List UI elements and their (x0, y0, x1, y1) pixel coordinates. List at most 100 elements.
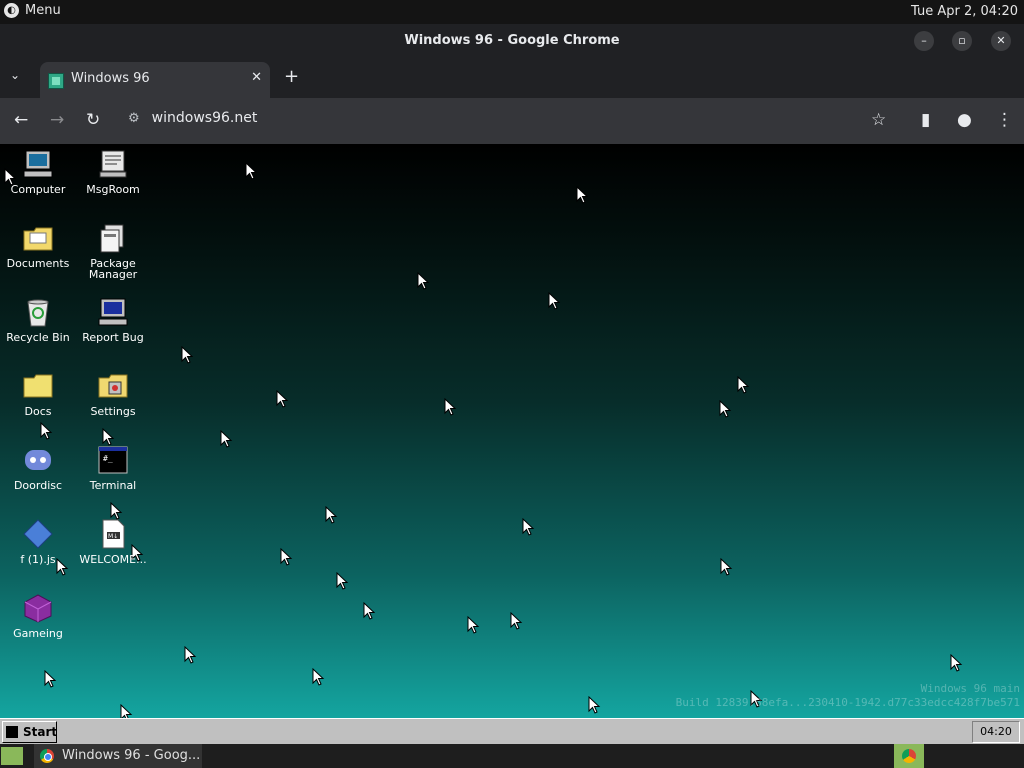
cursor-icon (588, 696, 601, 714)
desktop-icon-label: WELCOME... (79, 553, 147, 566)
desktop-icon-report-bug[interactable]: Report Bug (77, 296, 149, 343)
desktop-icon-doordisc[interactable]: Doordisc (2, 444, 74, 491)
windows96-favicon-icon (48, 73, 64, 89)
browser-toolbar: ← → ↻ ⚙ windows96.net ☆ ▮ ● ⋮ (0, 98, 1024, 144)
cursor-icon (719, 400, 732, 418)
new-tab-button[interactable]: + (284, 66, 299, 87)
reload-icon[interactable]: ↻ (86, 110, 100, 130)
cursor-icon (737, 376, 750, 394)
desktop-icon-terminal[interactable]: #_ Terminal (77, 444, 149, 491)
svg-text:M↓: M↓ (108, 533, 118, 540)
url-text: windows96.net (151, 110, 258, 126)
desktop-icon-js-file[interactable]: f (1).js (2, 518, 74, 565)
cursor-icon (220, 430, 233, 448)
desktop-icon-label: Gameing (13, 627, 63, 640)
desktop-icon-label: Package Manager (88, 257, 138, 281)
desktop-icon-computer[interactable]: Computer (2, 148, 74, 195)
desktop-icon-docs[interactable]: Docs (2, 370, 74, 417)
package-manager-icon (97, 222, 129, 254)
cursor-icon (245, 162, 258, 180)
tab-search-icon[interactable]: ⌄ (10, 68, 20, 82)
desktop-icon-welcome[interactable]: M↓ WELCOME... (77, 518, 149, 565)
folder-icon (22, 370, 54, 402)
cursor-icon (720, 558, 733, 576)
cursor-icon (280, 548, 293, 566)
maximize-button[interactable]: ▫ (952, 31, 972, 51)
tray-chrome-item[interactable] (894, 744, 924, 768)
chrome-icon (902, 749, 916, 763)
back-icon[interactable]: ← (14, 110, 28, 130)
site-info-icon[interactable]: ⚙ (128, 111, 140, 126)
side-panel-icon[interactable]: ▮ (921, 110, 930, 130)
tab-label: Windows 96 (71, 71, 150, 86)
desktop-icon-msgroom[interactable]: MsgRoom (77, 148, 149, 195)
desktop-icon-label: Doordisc (13, 479, 63, 492)
msgroom-icon (97, 148, 129, 180)
cursor-icon (510, 612, 523, 630)
chrome-icon (40, 749, 54, 763)
report-bug-icon (97, 296, 129, 328)
desktop-icon-gameing[interactable]: Gameing (2, 592, 74, 639)
win96-taskbar: Start 04:20 (0, 718, 1024, 745)
computer-icon (22, 148, 54, 180)
documents-folder-icon (22, 222, 54, 254)
desktop-icon-label: Terminal (89, 479, 137, 492)
cursor-icon (548, 292, 561, 310)
doordisc-icon (22, 444, 54, 476)
os-menu-button[interactable]: ◐ Menu (4, 3, 61, 18)
svg-text:#_: #_ (103, 454, 113, 463)
settings-icon (97, 370, 129, 402)
cursor-icon (120, 704, 133, 718)
gameing-icon (22, 592, 54, 624)
close-window-button[interactable]: ✕ (991, 31, 1011, 51)
os-clock[interactable]: Tue Apr 2, 04:20 (911, 4, 1018, 19)
desktop-icon-recycle-bin[interactable]: Recycle Bin (2, 296, 74, 343)
taskbar-window-label: Windows 96 - Goog... (62, 748, 201, 763)
cursor-icon (467, 616, 480, 634)
win96-clock[interactable]: 04:20 (972, 721, 1020, 743)
cursor-icon (950, 654, 963, 672)
desktop-icon-label: Report Bug (82, 331, 144, 344)
cursor-icon (444, 398, 457, 416)
minimize-button[interactable]: – (914, 31, 934, 51)
profile-icon[interactable]: ● (957, 110, 972, 130)
tab-close-icon[interactable]: ✕ (251, 70, 262, 85)
browser-title-bar: Windows 96 - Google Chrome – ▫ ✕ (0, 24, 1024, 58)
markdown-file-icon: M↓ (97, 518, 129, 550)
recycle-bin-icon (22, 296, 54, 328)
cursor-icon (576, 186, 589, 204)
os-menu-label: Menu (25, 3, 61, 18)
bookmark-star-icon[interactable]: ☆ (871, 110, 886, 130)
menu-logo-icon: ◐ (4, 3, 19, 18)
os-taskbar: Windows 96 - Goog... (0, 744, 1024, 768)
address-bar[interactable]: ⚙ windows96.net (128, 110, 257, 126)
forward-icon[interactable]: → (50, 110, 64, 130)
desktop-icon-label: Computer (10, 183, 66, 196)
win96-desktop[interactable]: Computer Documents Recycle Bin Docs Door… (0, 144, 1024, 718)
os-top-bar: ◐ Menu Tue Apr 2, 04:20 (0, 0, 1024, 24)
cursor-icon (363, 602, 376, 620)
cursor-icon (336, 572, 349, 590)
desktop-icon-documents[interactable]: Documents (2, 222, 74, 269)
cursor-icon (44, 670, 57, 688)
window-title: Windows 96 - Google Chrome (404, 33, 620, 48)
cursor-icon (325, 506, 338, 524)
desktop-icon-settings[interactable]: Settings (77, 370, 149, 417)
taskbar-window-chrome[interactable]: Windows 96 - Goog... (34, 744, 202, 768)
terminal-icon: #_ (97, 444, 129, 476)
menu-kebab-icon[interactable]: ⋮ (996, 110, 1013, 130)
cursor-icon (181, 346, 194, 364)
cursor-icon (522, 518, 535, 536)
desktop-icon-package-manager[interactable]: Package Manager (77, 222, 149, 280)
build-line-1: Windows 96 main (920, 682, 1020, 695)
desktop-icon-label: Docs (24, 405, 52, 418)
build-line-2: Build 12839.88efa...230410-1942.d77c33ed… (675, 696, 1020, 709)
tab-windows96[interactable]: Windows 96 ✕ (40, 62, 270, 98)
os-start-icon[interactable] (1, 747, 23, 765)
js-file-icon (22, 518, 54, 550)
desktop-icon-label: Recycle Bin (6, 331, 70, 344)
desktop-icon-label: MsgRoom (86, 183, 140, 196)
desktop-icon-label: Settings (90, 405, 136, 418)
cursor-icon (312, 668, 325, 686)
start-button[interactable]: Start (2, 721, 57, 743)
